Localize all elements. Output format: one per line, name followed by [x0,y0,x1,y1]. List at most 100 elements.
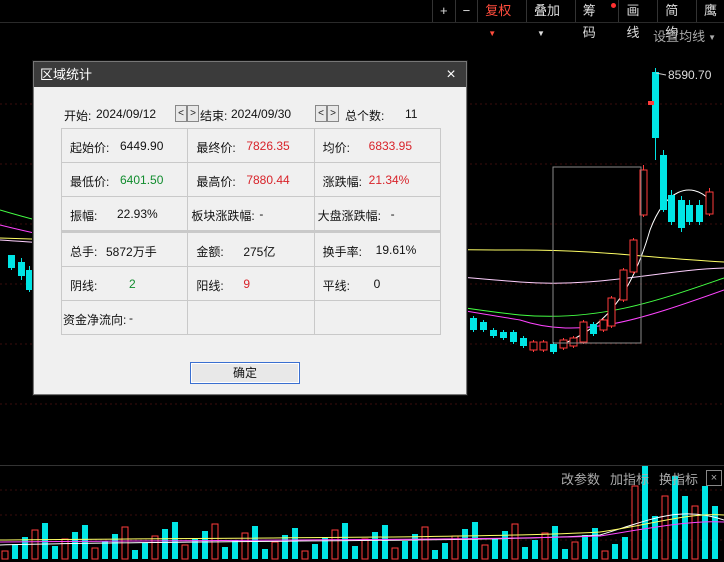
candle-body [559,339,568,349]
candle-body [668,195,675,222]
high-price-label: 8590.70 [668,68,712,82]
sector-change-value: - [259,207,264,221]
volume-bar [112,534,118,559]
volume-bar [292,528,298,559]
add-indicator-button[interactable]: 加指标 [610,469,649,488]
amount-cell: 金额: 275亿 [187,233,313,266]
net-flow-cell: 资金净流向: - [61,301,187,334]
volume-bar [42,523,48,559]
stats-row: 阴线: 2 阳线: 9 平线: 0 [61,267,441,301]
volume-bar [301,550,309,560]
start-label: 开始: [64,109,92,123]
low-price-cell: 最低价: 6401.50 [61,163,187,196]
volume-bar [522,547,528,559]
change-pct-label: 涨跌幅: [322,175,362,189]
candle-body [678,200,685,228]
high-price-cell: 最高价: 7880.44 [187,163,313,196]
empty-cell [187,301,313,334]
volume-bar [571,541,579,560]
stats-row: 起始价: 6449.90 最终价: 7826.35 均价: 6833.95 [61,129,441,163]
volume-bar [271,541,279,560]
stats-row: 最低价: 6401.50 最高价: 7880.44 涨跌幅: 21.34% [61,163,441,197]
candle-body [8,255,15,268]
ok-button[interactable]: 确定 [190,362,300,384]
volume-bar [631,485,639,560]
open-price-cell: 起始价: 6449.90 [61,129,187,162]
volume-panel-controls: 改参数 加指标 换指标 [561,469,698,488]
dialog-title: 区域统计 [40,67,93,82]
candle-body [539,341,548,351]
candle-body [705,191,714,215]
volume-bar [22,537,28,559]
volume-bar [82,525,88,559]
volume-bar [612,544,618,559]
candle-body [550,344,557,352]
low-price-label: 最低价: [70,175,110,189]
date-range-row: 开始: 2024/09/12 < > 结束: 2024/09/30 < > 总个… [64,104,444,124]
volume-bar [331,529,339,560]
volume-bar [622,537,628,559]
region-stats-dialog: 区域统计 × 开始: 2024/09/12 < > 结束: 2024/09/30… [33,61,467,395]
volume-label: 总手: [70,245,98,259]
volume-bar [202,531,208,559]
candle-body [470,318,477,330]
sector-change-label: 板块涨跌幅: [191,209,255,223]
candle-body [26,270,33,290]
switch-indicator-button[interactable]: 换指标 [659,469,698,488]
volume-bar [672,476,678,559]
candle-body [510,332,517,342]
volume-bar [442,543,448,559]
volume-bar [412,534,418,559]
high-price-label: 最高价: [196,175,236,189]
stats-row: 总手: 5872万手 金额: 275亿 换手率: 19.61% [61,233,441,267]
avg-price-value: 6833.95 [368,139,413,153]
dialog-titlebar[interactable]: 区域统计 × [34,62,466,87]
candle-marker [648,101,654,105]
low-price-value: 6401.50 [120,173,164,187]
down-count-label: 阴线: [70,279,98,293]
volume-bar [61,538,69,560]
volume-value: 5872万手 [106,245,157,259]
start-prev-button[interactable]: < [175,105,187,122]
volume-bar [511,523,519,560]
volume-bar [352,546,358,559]
volume-bar [91,547,99,560]
close-icon[interactable]: × [442,62,460,87]
volume-cell: 总手: 5872万手 [61,233,187,266]
flat-count-label: 平线: [322,279,350,293]
amplitude-value: 22.93% [117,207,158,221]
market-change-label: 大盘涨跌幅: [317,209,381,223]
volume-bar [52,546,58,559]
close-icon[interactable]: × [706,470,722,486]
market-change-cell: 大盘涨跌幅: - [313,197,441,230]
volume-bar [492,538,498,559]
change-params-button[interactable]: 改参数 [561,469,600,488]
volume-bar [382,525,388,559]
volume-bar [312,544,318,559]
volume-bar [462,529,468,559]
end-prev-button[interactable]: < [315,105,327,122]
volume-bar [562,549,568,559]
stats-grid: 起始价: 6449.90 最终价: 7826.35 均价: 6833.95 最低价: 6… [61,128,441,335]
avg-price-label: 均价: [322,141,350,155]
candle-body [590,324,597,334]
candle-body [579,321,588,343]
start-next-button[interactable]: > [187,105,199,122]
volume-bar [661,495,669,560]
volume-bar [142,543,148,559]
empty-cell [313,301,441,334]
volume-bar [372,532,378,559]
volume-bar [481,544,489,560]
count-label: 总个数: [345,109,385,123]
volume-bar [601,550,609,560]
volume-bar [151,535,159,560]
end-next-button[interactable]: > [327,105,339,122]
candle-body [520,338,527,346]
candle-body [686,205,693,222]
change-pct-cell: 涨跌幅: 21.34% [313,163,441,196]
volume-bar [1,550,9,560]
close-price-value: 7826.35 [246,139,290,153]
flat-count-cell: 平线: 0 [313,267,441,300]
end-label: 结束: [200,109,228,123]
amplitude-cell: 振幅: 22.93% [61,197,187,230]
